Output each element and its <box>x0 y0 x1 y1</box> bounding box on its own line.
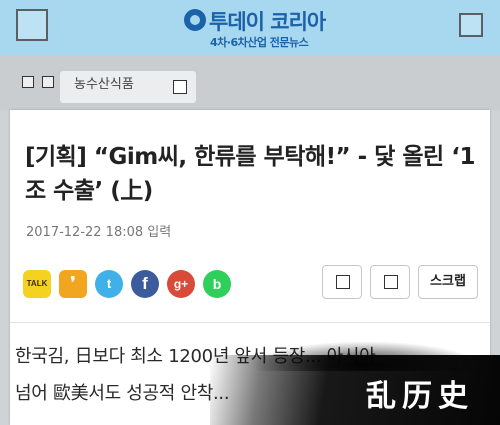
logo-text: 투데이 코리아 <box>209 10 326 34</box>
watermark-logo: 乱历史 <box>366 379 474 414</box>
app-header: 투데이 코리아 4차·6차산업 전문뉴스 <box>0 0 500 55</box>
logo-subtitle: 4차·6차산업 전문뉴스 <box>210 36 309 49</box>
divider <box>10 322 490 323</box>
kakaostory-icon[interactable]: ❜ <box>59 270 87 298</box>
chevron-down-icon[interactable] <box>173 80 187 94</box>
category-label: 농수산식품 <box>74 77 134 92</box>
menu-icon[interactable] <box>16 9 48 41</box>
print-button[interactable] <box>370 265 410 299</box>
kakaotalk-icon[interactable]: TALK <box>23 270 51 298</box>
search-icon[interactable] <box>459 13 483 37</box>
article-headline: [기획] “Gim씨, 한류를 부탁해!” - 닻 올린 ‘1조 수출’ (上) <box>25 144 475 204</box>
font-size-icon <box>336 275 350 289</box>
site-logo[interactable]: 투데이 코리아 4차·6차산업 전문뉴스 <box>182 6 342 50</box>
category-bar: 농수산식품 <box>0 55 500 110</box>
breadcrumb-arrow-icon[interactable] <box>42 76 54 88</box>
google-plus-icon[interactable]: g+ <box>167 270 195 298</box>
scrap-button[interactable]: 스크랩 <box>418 265 478 299</box>
article-date: 2017-12-22 18:08 입력 <box>26 225 172 240</box>
facebook-icon[interactable]: f <box>131 270 159 298</box>
category-chip[interactable]: 농수산식품 <box>60 71 196 103</box>
logo-mark-icon <box>184 9 206 31</box>
home-icon[interactable] <box>22 76 34 88</box>
twitter-icon[interactable]: t <box>95 270 123 298</box>
font-size-button[interactable] <box>322 265 362 299</box>
band-icon[interactable]: b <box>203 270 231 298</box>
print-icon <box>384 275 398 289</box>
